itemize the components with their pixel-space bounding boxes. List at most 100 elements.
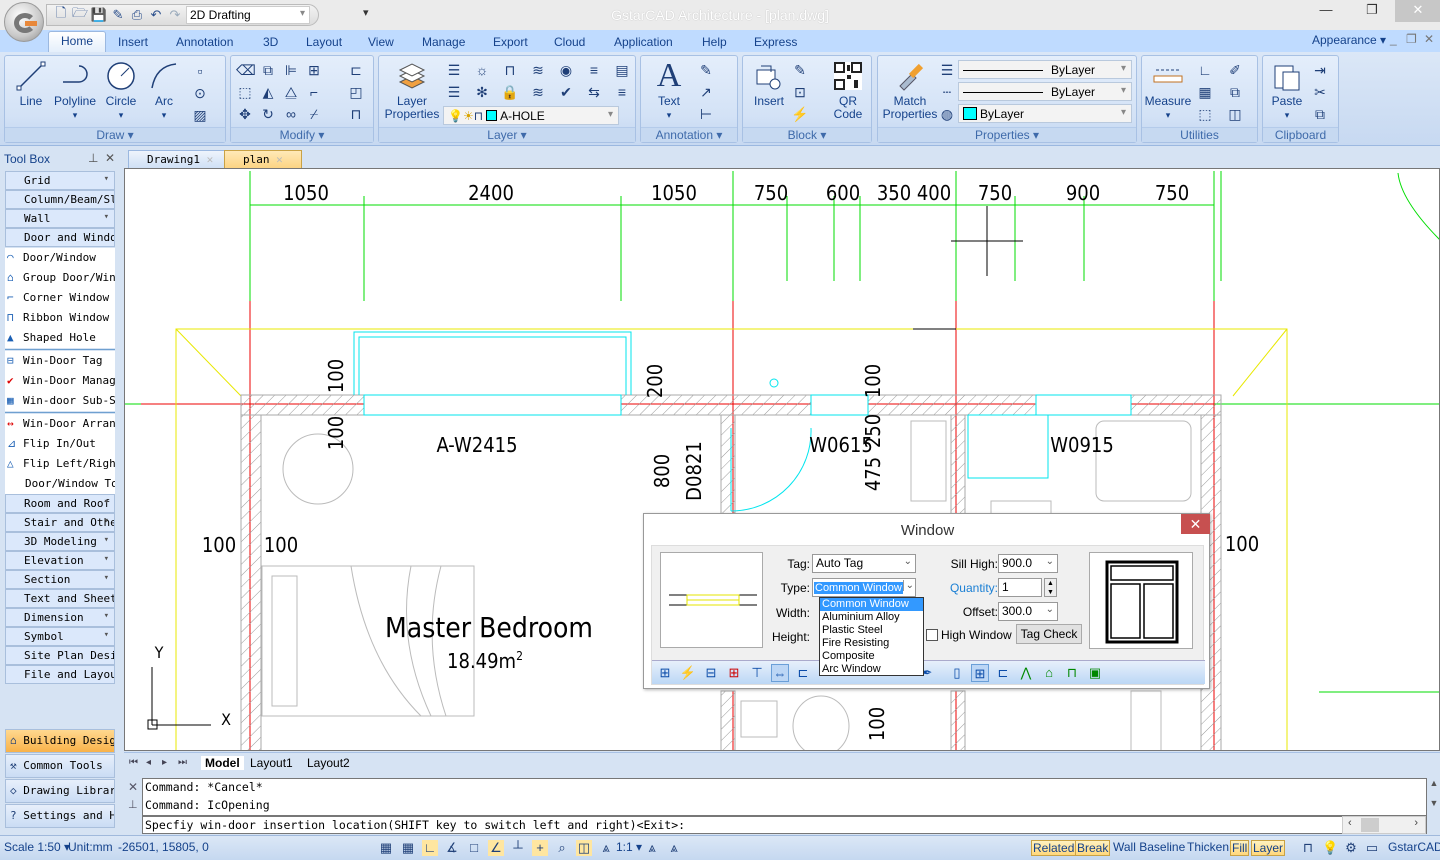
undo-icon[interactable]: ↶ bbox=[148, 7, 164, 23]
toggle-thicken[interactable]: Thicken bbox=[1187, 840, 1229, 854]
toolbox-drawing-library[interactable]: ◇ Drawing Library bbox=[5, 779, 115, 803]
text-button[interactable]: A Text ▾ bbox=[647, 59, 691, 122]
toolbox-item-win-door-tag[interactable]: ⊟ Win-Door Tag bbox=[5, 351, 115, 371]
otrack-icon[interactable]: ∠ bbox=[488, 840, 504, 856]
ellipse-icon[interactable]: ⊙ bbox=[191, 84, 209, 102]
toolbox-item-win-door-manage[interactable]: ✔ Win-Door Manage bbox=[5, 371, 115, 391]
horizontal-scrollbar[interactable]: ‹ › bbox=[1342, 816, 1426, 834]
mtext-icon[interactable]: ✎ bbox=[697, 61, 715, 79]
appearance-menu[interactable]: Appearance ▾ bbox=[1312, 33, 1386, 47]
toolbox-category-grid[interactable]: Grid ▾ bbox=[5, 171, 115, 190]
layer-walk-icon[interactable]: ≡ bbox=[613, 83, 631, 101]
type-option[interactable]: Composite bbox=[820, 650, 923, 663]
linetype-select[interactable]: ByLayer bbox=[958, 82, 1132, 101]
lineweight-select[interactable]: ByLayer bbox=[958, 60, 1132, 79]
hole-icon[interactable]: ▣ bbox=[1086, 664, 1104, 682]
layer-lock-icon[interactable]: 🔒 bbox=[501, 83, 519, 101]
hatch-icon[interactable]: ▨ bbox=[191, 106, 209, 124]
toolbox-category-room-roof[interactable]: Room and Roof ▾ bbox=[5, 494, 115, 513]
high-window-checkbox[interactable] bbox=[926, 629, 938, 641]
layer-off-icon[interactable]: ☰ bbox=[445, 61, 463, 79]
hardware-acceleration-icon[interactable]: ⚙ bbox=[1343, 840, 1359, 856]
toolbox-item-corner-window[interactable]: ⌐ Corner Window bbox=[5, 288, 115, 308]
scale-icon[interactable]: ∞ bbox=[282, 105, 300, 123]
insert-free-icon[interactable]: ⊞ bbox=[656, 664, 674, 682]
ortho-icon[interactable]: ∟ bbox=[422, 840, 438, 856]
tag-select[interactable]: Auto Tag ⌄ bbox=[812, 554, 916, 573]
toolbox-category-door-window[interactable]: Door and Window bbox=[5, 228, 115, 247]
zigzag-window-icon[interactable]: ⋀ bbox=[1017, 664, 1035, 682]
doc-tab-drawing1[interactable]: Drawing1 ✕ bbox=[128, 150, 233, 168]
window-plan-preview[interactable] bbox=[660, 552, 763, 648]
ribbon-close-icon[interactable]: ✕ bbox=[1424, 32, 1434, 46]
pin-icon[interactable]: ⊥ bbox=[88, 151, 98, 165]
tab-layout[interactable]: Layout bbox=[294, 33, 354, 53]
dimension-icon[interactable]: ⊢ bbox=[697, 105, 715, 123]
selection-cycle-icon[interactable]: ◫ bbox=[576, 840, 592, 856]
layout-tab-layout2[interactable]: Layout2 bbox=[307, 756, 350, 770]
toolbox-category-column[interactable]: Column/Beam/Slab bbox=[5, 190, 115, 209]
toggle-wall-baseline[interactable]: Wall Baseline bbox=[1113, 840, 1185, 854]
layout-tab-model[interactable]: Model bbox=[201, 756, 244, 770]
tab-application[interactable]: Application bbox=[602, 33, 685, 53]
open-folder-icon[interactable]: 🗁 bbox=[72, 5, 88, 23]
cut-icon[interactable]: ✂ bbox=[1311, 83, 1329, 101]
toolbox-item-win-door-arrange[interactable]: ↔ Win-Door Arrang bbox=[5, 414, 115, 434]
insert-corner-icon[interactable]: ⊏ bbox=[794, 664, 812, 682]
annotation-scale[interactable]: 1:1 ▾ bbox=[616, 840, 642, 854]
block-attribute-icon[interactable]: ⚡ bbox=[791, 105, 809, 123]
toolbox-common-tools[interactable]: ⚒ Common Tools bbox=[5, 754, 115, 778]
line-button[interactable]: Line bbox=[11, 60, 51, 108]
toolbox-category-elevation[interactable]: Elevation ▾ bbox=[5, 551, 115, 570]
toolbox-item-win-door-sub[interactable]: ▦ Win-door Sub-Sc bbox=[5, 391, 115, 411]
tab-help[interactable]: Help bbox=[690, 33, 739, 53]
block-edit-icon[interactable]: ✎ bbox=[791, 61, 809, 79]
measure-button[interactable]: Measure ▾ bbox=[1144, 60, 1192, 122]
offset-select[interactable]: 300.0 ⌄ bbox=[998, 602, 1058, 621]
toggle-related[interactable]: Related bbox=[1031, 840, 1077, 856]
prev-layout-icon[interactable]: ◂ bbox=[146, 757, 151, 768]
qr-code-button[interactable]: QR Code bbox=[829, 60, 867, 121]
paste-special-icon[interactable]: ⇥ bbox=[1311, 61, 1329, 79]
mirror-icon[interactable]: ◭ bbox=[259, 83, 277, 101]
toolbox-item-flip-left-right[interactable]: △ Flip Left/Right bbox=[5, 454, 115, 474]
copy-3d-icon[interactable]: ⧉ bbox=[259, 61, 277, 79]
toolbox-item-shaped-hole[interactable]: ▲ Shaped Hole bbox=[5, 328, 115, 348]
arch-window-icon[interactable]: ⌂ bbox=[1040, 664, 1058, 682]
dialog-close-button[interactable]: ✕ bbox=[1181, 514, 1210, 534]
print-icon[interactable]: ⎙ bbox=[129, 7, 145, 23]
quick-props-icon[interactable]: ⌕ bbox=[554, 840, 570, 856]
explode-icon[interactable]: ⊏ bbox=[347, 61, 365, 79]
erase-icon[interactable]: ⌫ bbox=[236, 61, 256, 79]
command-close-icon[interactable]: ✕ bbox=[128, 780, 138, 794]
insert-block-button[interactable]: Insert bbox=[749, 60, 789, 108]
fillet-icon[interactable]: ⌐ bbox=[305, 83, 323, 101]
tab-cloud[interactable]: Cloud bbox=[542, 33, 597, 53]
quantity-stepper[interactable]: ▲ ▼ bbox=[1044, 578, 1057, 597]
block-define-icon[interactable]: ⊡ bbox=[791, 83, 809, 101]
layer-properties-button[interactable]: Layer Properties bbox=[383, 60, 441, 121]
save-icon[interactable]: 💾 bbox=[91, 7, 107, 23]
insert-center-icon[interactable]: ⊞ bbox=[725, 664, 743, 682]
annotation-scale-icon[interactable]: ⩓ bbox=[598, 840, 614, 856]
type-option[interactable]: Common Window bbox=[820, 598, 923, 611]
workspace-select[interactable]: 2D Drafting bbox=[186, 6, 310, 24]
tab-manage[interactable]: Manage bbox=[410, 33, 477, 53]
annotation-visibility-icon[interactable]: ⩓ bbox=[644, 840, 660, 856]
sill-high-select[interactable]: 900.0 ⌄ bbox=[998, 554, 1058, 573]
insert-distance-icon[interactable]: ⇔ bbox=[771, 664, 789, 682]
toolbox-category-site-plan[interactable]: Site Plan Design bbox=[5, 646, 115, 665]
type-option[interactable]: Arc Window bbox=[820, 663, 923, 676]
tag-check-button[interactable]: Tag Check bbox=[1016, 624, 1082, 644]
layer-change-icon[interactable]: ≋ bbox=[529, 83, 547, 101]
redo-icon[interactable]: ↷ bbox=[167, 7, 183, 23]
toolbox-category-symbol[interactable]: Symbol ▾ bbox=[5, 627, 115, 646]
paste-button[interactable]: Paste ▾ bbox=[1267, 60, 1307, 122]
toolbox-item-door-window-tools[interactable]: Door/Window Tools bbox=[5, 474, 115, 494]
layer-freeze-icon[interactable]: ☼ bbox=[473, 61, 491, 79]
array-icon[interactable]: ⊞ bbox=[305, 61, 323, 79]
dyn-icon[interactable]: ┴ bbox=[510, 840, 526, 856]
toolbox-item-group-door-window[interactable]: ⌂Group Door/Window bbox=[5, 268, 115, 288]
toggle-break[interactable]: Break bbox=[1075, 840, 1111, 856]
insert-axis-icon[interactable]: ⊟ bbox=[702, 664, 720, 682]
